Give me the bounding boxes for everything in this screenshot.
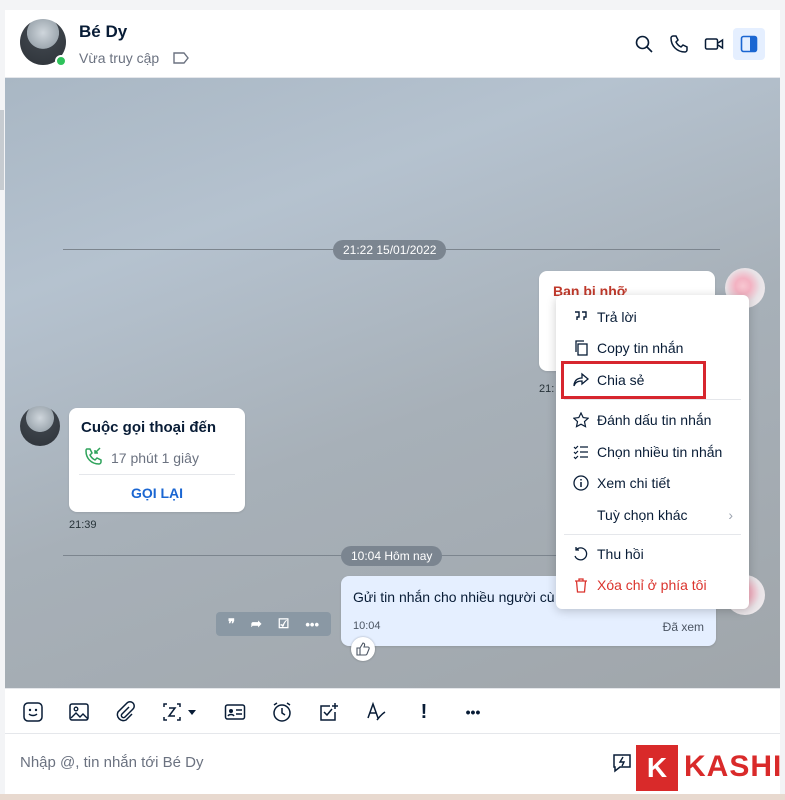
message-time: 21:39 [69, 519, 97, 531]
phone-icon [670, 35, 688, 53]
more-button[interactable]: ••• [457, 700, 489, 724]
message-time: 10:04 [353, 620, 381, 632]
reminder-button[interactable] [270, 700, 294, 724]
image-button[interactable] [67, 700, 91, 724]
menu-item-label: Chọn nhiều tin nhắn [597, 444, 723, 460]
menu-item-label: Thu hồi [597, 546, 644, 562]
contact-name[interactable]: Bé Dy [79, 22, 127, 42]
menu-separator [564, 534, 741, 535]
share-icon[interactable]: ➦ [251, 616, 262, 632]
search-icon [635, 35, 653, 53]
call-title: Cuộc gọi thoại đến [81, 419, 216, 436]
contact-status: Vừa truy cập [79, 50, 160, 66]
video-call-button[interactable] [700, 30, 728, 58]
message-quick-actions: ❞ ➦ ☑ ••• [216, 612, 331, 636]
online-status-dot [55, 55, 67, 67]
contact-card-button[interactable] [223, 700, 247, 724]
menu-item-details[interactable]: Xem chi tiết [556, 469, 749, 497]
message-text: Gửi tin nhắn cho nhiều người cù [353, 589, 555, 605]
important-icon: ! [420, 700, 428, 723]
message-input[interactable]: Nhập @, tin nhắn tới Bé Dy [20, 754, 204, 771]
chevron-right-icon: › [728, 507, 733, 523]
call-duration: 17 phút 1 giây [111, 450, 199, 466]
scrollbar[interactable] [0, 110, 4, 190]
seen-status: Đã xem [662, 620, 704, 634]
callback-button[interactable]: GỌI LẠI [69, 485, 245, 501]
more-icon[interactable]: ••• [305, 617, 319, 632]
sticker-icon [23, 702, 43, 722]
recall-icon [574, 547, 588, 561]
search-button[interactable] [630, 30, 658, 58]
menu-item-label: Đánh dấu tin nhắn [597, 412, 712, 428]
menu-item-recall[interactable]: Thu hồi [556, 540, 749, 568]
menu-separator [564, 399, 741, 400]
voice-call-button[interactable] [665, 30, 693, 58]
attachment-button[interactable] [113, 700, 137, 724]
incoming-call-icon [85, 447, 102, 465]
text-format-button[interactable] [364, 700, 388, 724]
quote-icon [575, 311, 587, 320]
call-separator [79, 474, 235, 475]
task-icon [320, 703, 338, 721]
menu-item-reply[interactable]: Trả lời [556, 303, 749, 331]
thumbs-up-icon [356, 642, 370, 656]
sticker-button[interactable] [21, 700, 45, 724]
more-icon: ••• [465, 704, 481, 720]
sidebar-toggle-icon [740, 35, 758, 53]
menu-item-label: Xem chi tiết [597, 475, 671, 491]
info-icon [573, 475, 589, 491]
message-time: 21: [539, 383, 555, 395]
menu-item-label: Xóa chỉ ở phía tôi [597, 577, 707, 593]
menu-item-mark[interactable]: Đánh dấu tin nhắn [556, 406, 749, 434]
menu-item-label: Copy tin nhắn [597, 340, 684, 356]
attachment-icon [116, 701, 135, 722]
text-format-icon [367, 701, 386, 721]
watermark-text: KASHI [684, 750, 783, 783]
screenshot-button[interactable] [160, 700, 204, 724]
share-highlight-box [561, 361, 706, 399]
watermark-logo: K [636, 745, 678, 791]
task-icon[interactable]: ☑ [278, 616, 290, 632]
like-reaction-button[interactable] [351, 637, 375, 661]
screenshot-icon [163, 703, 196, 721]
copy-icon [575, 340, 588, 356]
menu-item-label: Tuỳ chọn khác [597, 507, 688, 523]
video-icon [704, 38, 724, 50]
menu-item-more-options[interactable]: Tuỳ chọn khác › [556, 501, 749, 529]
quote-icon[interactable]: ❞ [228, 616, 235, 632]
menu-item-label: Trả lời [597, 309, 637, 325]
composer-toolbar: ! ••• [5, 688, 780, 734]
tag-icon[interactable] [173, 52, 189, 64]
menu-item-copy[interactable]: Copy tin nhắn [556, 334, 749, 362]
sidebar-toggle-button[interactable] [733, 28, 765, 60]
date-pill: 10:04 Hôm nay [341, 546, 443, 566]
reminder-icon [273, 702, 291, 722]
quick-message-icon[interactable] [611, 752, 633, 774]
message-context-menu: Trả lời Copy tin nhắn Chia sẻ Đánh dấu t… [556, 295, 749, 609]
date-pill: 21:22 15/01/2022 [333, 240, 447, 260]
contact-card-icon [224, 704, 246, 720]
taskbar-strip [0, 794, 785, 800]
contact-avatar-small[interactable] [20, 406, 60, 446]
call-bubble: Cuộc gọi thoại đến 17 phút 1 giây GỌI LẠ… [69, 408, 245, 512]
task-button[interactable] [317, 700, 341, 724]
trash-icon [575, 578, 587, 593]
image-icon [69, 703, 89, 721]
important-button[interactable]: ! [412, 700, 436, 724]
menu-item-delete-for-me[interactable]: Xóa chỉ ở phía tôi [556, 571, 749, 599]
chat-header: Bé Dy Vừa truy cập [5, 10, 780, 78]
multi-select-icon [573, 445, 588, 460]
star-icon [573, 412, 589, 428]
menu-item-multi-select[interactable]: Chọn nhiều tin nhắn [556, 438, 749, 466]
